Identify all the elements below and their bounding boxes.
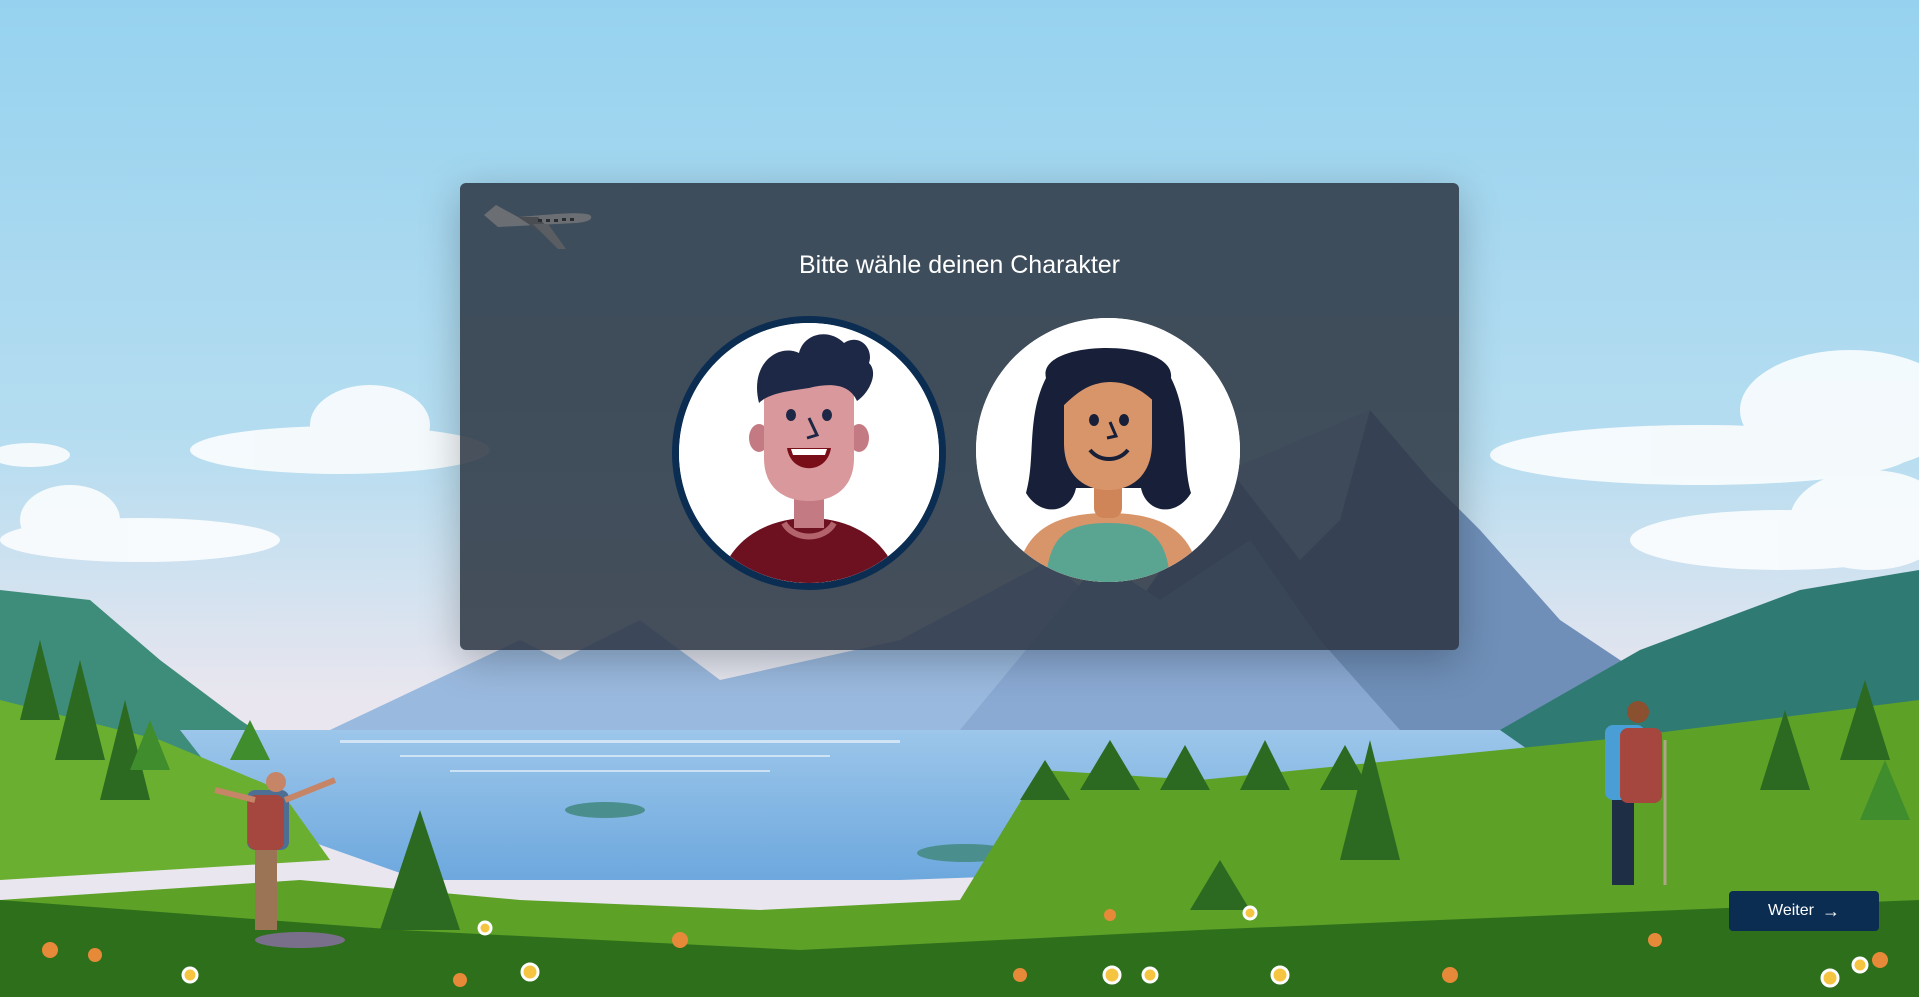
character-selection-dialog: Bitte wähle deinen Charakter — [460, 183, 1459, 650]
female-character-avatar-icon — [976, 318, 1240, 582]
character-option-male[interactable] — [672, 316, 946, 590]
arrow-right-icon: → — [1821, 901, 1840, 921]
next-button[interactable]: Weiter → — [1729, 891, 1879, 931]
next-button-label: Weiter — [1768, 902, 1814, 919]
character-option-female[interactable] — [976, 318, 1240, 582]
airplane-icon — [484, 205, 592, 249]
dialog-title: Bitte wähle deinen Charakter — [798, 251, 1121, 279]
male-character-avatar-icon — [679, 323, 939, 583]
